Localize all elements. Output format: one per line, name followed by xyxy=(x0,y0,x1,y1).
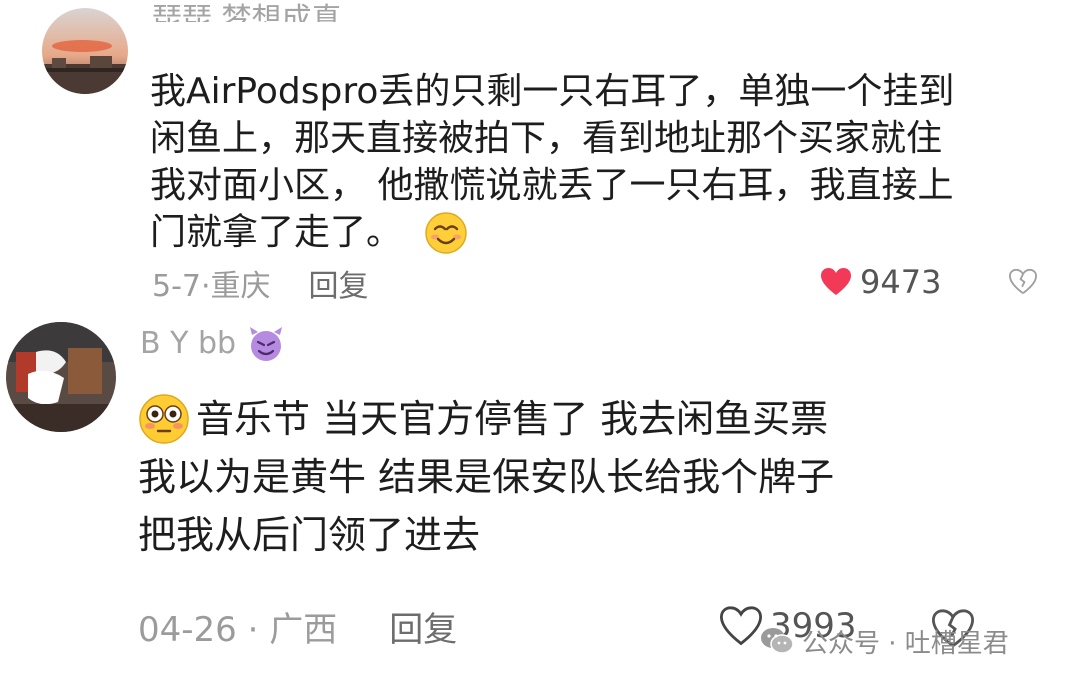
comment-line: 我对面小区， 他撒慌说就丢了一只右耳，我直接上 xyxy=(150,165,954,206)
broken-heart-icon xyxy=(1008,268,1038,294)
wechat-official-account-icon xyxy=(761,628,794,654)
comment-meta: 04-26 · 广西 回复 xyxy=(138,602,457,651)
watermark-text: 公众号 · 吐槽星君 xyxy=(802,628,1009,659)
comment-line: 把我从后门领了进去 xyxy=(138,513,481,557)
watermark: 公众号 · 吐槽星君 xyxy=(760,624,1009,659)
comment-line: 闲鱼上，那天直接被拍下，看到地址那个买家就住 xyxy=(150,118,943,159)
reply-button[interactable]: 回复 xyxy=(389,602,457,651)
date-location: 5-7·重庆 xyxy=(152,269,271,304)
username-text: B Y bb xyxy=(140,326,237,361)
comment-meta: 5-7·重庆 回复 xyxy=(152,261,369,305)
heart-outline-icon xyxy=(719,606,763,646)
comment-line: 我AirPodspro丢的只剩一只右耳了，单独一个挂到 xyxy=(150,71,955,112)
comment-line: 门就拿了走了。 xyxy=(150,212,403,253)
comment-text: 我AirPodspro丢的只剩一只右耳了，单独一个挂到 闲鱼上，那天直接被拍下，… xyxy=(150,68,954,256)
avatar[interactable] xyxy=(42,8,128,94)
username[interactable]: B Y bb xyxy=(140,320,286,368)
date-location: 04-26 · 广西 xyxy=(138,609,338,650)
comment-line-first: 音乐节 当天官方停售了 我去闲鱼买票 xyxy=(138,390,834,448)
devil-emoji xyxy=(250,327,283,361)
comment-text: 音乐节 当天官方停售了 我去闲鱼买票 我以为是黄牛 结果是保安队长给我个牌子 把… xyxy=(138,390,834,564)
heart-filled-icon xyxy=(821,268,851,295)
comment-line-last: 门就拿了走了。 xyxy=(150,209,954,256)
smiling-face-emoji xyxy=(424,211,468,255)
like-count: 9473 xyxy=(860,263,942,301)
username[interactable]: 琵琵 梦想成真 xyxy=(152,0,342,22)
reply-button[interactable]: 回复 xyxy=(309,261,369,305)
flushed-face-emoji xyxy=(138,393,190,445)
avatar[interactable] xyxy=(6,322,116,432)
dislike-button[interactable] xyxy=(1008,268,1038,300)
like-button[interactable]: 9473 xyxy=(820,262,941,302)
comment-line: 我以为是黄牛 结果是保安队长给我个牌子 xyxy=(138,455,835,499)
comment-item: 琵琵 梦想成真 我AirPodspro丢的只剩一只右耳了，单独一个挂到 闲鱼上，… xyxy=(0,0,1080,312)
comment-line: 音乐节 当天官方停售了 我去闲鱼买票 xyxy=(196,397,829,441)
